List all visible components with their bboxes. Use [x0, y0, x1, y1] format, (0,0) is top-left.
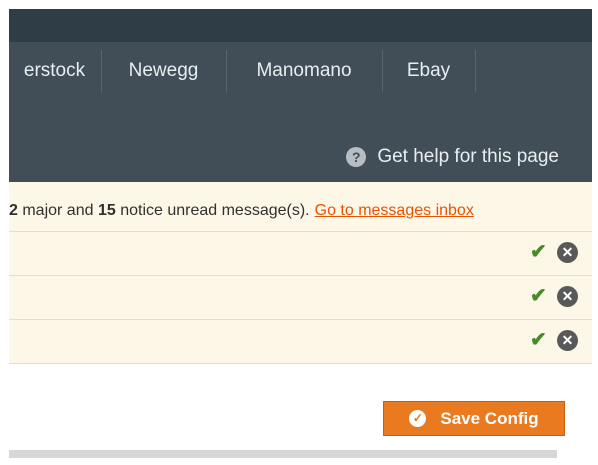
- help-label: Get help for this page: [377, 146, 559, 167]
- admin-top-bar: [9, 9, 592, 42]
- summary-text-b: notice unread message(s).: [115, 202, 310, 219]
- bottom-divider: [9, 450, 557, 458]
- message-row: ✔ ✕: [9, 232, 592, 276]
- page-frame: erstock Newegg Manomano Ebay ? Get help …: [9, 9, 592, 465]
- message-row: ✔ ✕: [9, 276, 592, 320]
- checkmark-icon: ✓: [409, 410, 427, 427]
- major-count: 2: [9, 202, 18, 219]
- check-icon[interactable]: ✔: [530, 330, 548, 350]
- tab-overstock[interactable]: erstock: [9, 42, 100, 100]
- messages-summary-text: 2 major and 15 notice unread message(s).…: [9, 202, 474, 220]
- page-header: ? Get help for this page: [9, 100, 592, 182]
- marketplace-tabs: erstock Newegg Manomano Ebay: [9, 42, 592, 100]
- check-icon[interactable]: ✔: [530, 286, 548, 306]
- message-row: ✔ ✕: [9, 320, 592, 364]
- close-icon[interactable]: ✕: [557, 286, 578, 307]
- messages-inbox-link[interactable]: Go to messages inbox: [315, 202, 474, 219]
- question-circle-icon: ?: [346, 147, 367, 167]
- tab-newegg[interactable]: Newegg: [102, 42, 225, 100]
- system-messages-summary: 2 major and 15 notice unread message(s).…: [9, 182, 592, 232]
- help-link[interactable]: ? Get help for this page: [346, 146, 559, 168]
- save-config-label: Save Config: [440, 408, 539, 428]
- check-icon[interactable]: ✔: [530, 242, 548, 262]
- close-icon[interactable]: ✕: [557, 330, 578, 351]
- save-config-button[interactable]: ✓ Save Config: [383, 401, 565, 436]
- summary-text-a: major and: [17, 202, 98, 219]
- tab-divider: [475, 50, 476, 92]
- tab-ebay[interactable]: Ebay: [383, 42, 474, 100]
- notice-count: 15: [97, 202, 116, 219]
- close-icon[interactable]: ✕: [557, 242, 578, 263]
- tab-manomano[interactable]: Manomano: [227, 42, 381, 100]
